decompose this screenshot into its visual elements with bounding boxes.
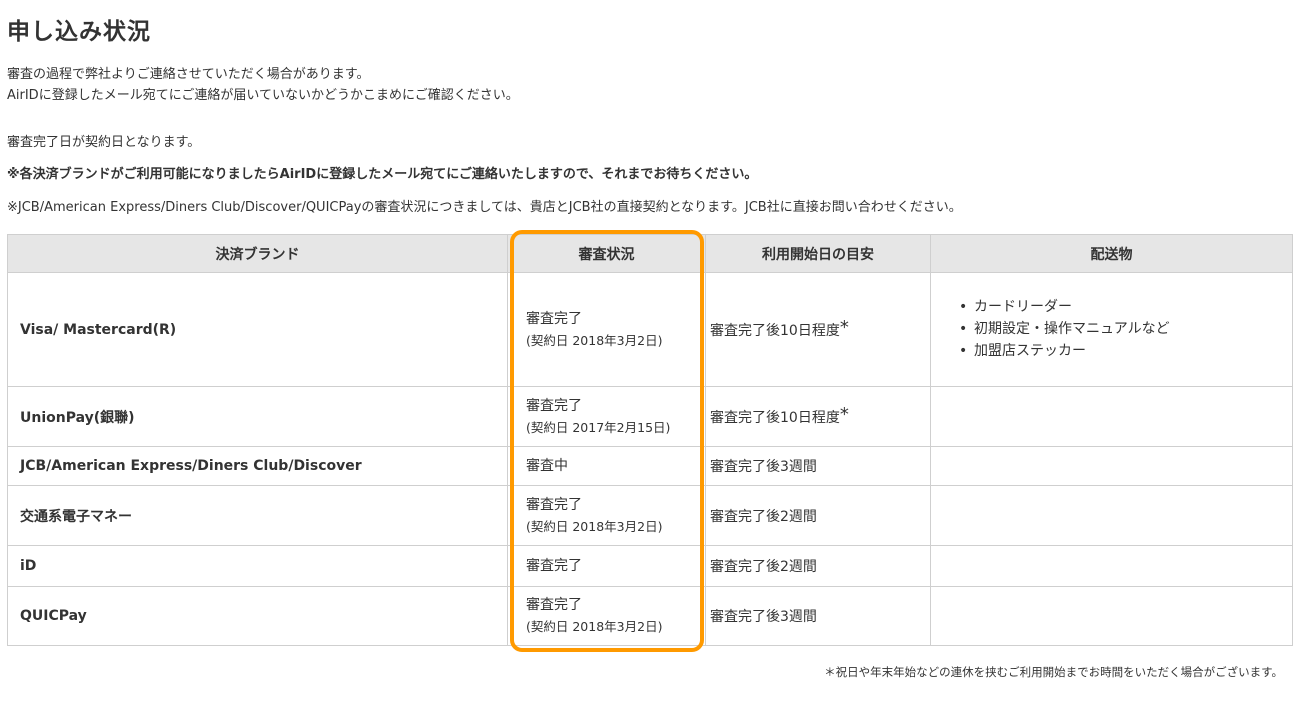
status-text: 審査完了 [526, 310, 582, 327]
table-row: 交通系電子マネー 審査完了 (契約日 2018年3月2日) 審査完了後2週間 [7, 485, 1293, 546]
status-text: 審査完了 [526, 557, 582, 574]
ship-cell [930, 485, 1293, 546]
column-header-ship: 配送物 [930, 234, 1293, 273]
ship-cell [930, 586, 1293, 646]
ship-item: カードリーダー [959, 296, 1292, 318]
start-text: 審査完了後10日程度 [710, 409, 840, 426]
table-header-row: 決済ブランド 審査状況 利用開始日の目安 配送物 [7, 234, 1293, 273]
ship-item: 加盟店ステッカー [959, 340, 1292, 362]
ship-list: カードリーダー 初期設定・操作マニュアルなど 加盟店ステッカー [959, 296, 1292, 362]
contract-date: (契約日 2018年3月2日) [526, 518, 663, 534]
ship-cell [930, 386, 1293, 447]
status-cell: 審査完了 (契約日 2017年2月15日) [507, 386, 706, 447]
intro-notice-brand-available: ※各決済ブランドがご利用可能になりましたらAirIDに登録したメール宛てにご連絡… [7, 167, 758, 182]
footnote-mark: * [839, 316, 849, 338]
brand-cell: QUICPay [7, 586, 508, 646]
start-text: 審査完了後2週間 [710, 559, 817, 575]
status-cell: 審査完了 (契約日 2018年3月2日) [507, 485, 706, 546]
table-row: iD 審査完了 審査完了後2週間 [7, 545, 1293, 587]
contract-date: (契約日 2017年2月15日) [526, 419, 671, 435]
brand-cell: 交通系電子マネー [7, 485, 508, 546]
intro-contract-date: 審査完了日が契約日となります。 [7, 135, 201, 150]
table-row: QUICPay 審査完了 (契約日 2018年3月2日) 審査完了後3週間 [7, 586, 1293, 646]
brand-cell: JCB/American Express/Diners Club/Discove… [7, 446, 508, 486]
status-cell: 審査中 [507, 446, 706, 486]
ship-cell [930, 446, 1293, 486]
intro-notice-jcb: ※JCB/American Express/Diners Club/Discov… [7, 200, 962, 215]
application-status-table: 決済ブランド 審査状況 利用開始日の目安 配送物 Visa/ Mastercar… [7, 234, 1293, 646]
brand-cell: iD [7, 545, 508, 587]
start-text: 審査完了後2週間 [710, 508, 817, 525]
column-header-brand: 決済ブランド [7, 234, 508, 273]
table-row: JCB/American Express/Diners Club/Discove… [7, 446, 1293, 486]
start-cell: 審査完了後10日程度* [705, 272, 931, 387]
status-text: 審査中 [526, 457, 568, 474]
status-cell: 審査完了 [507, 545, 706, 587]
start-text: 審査完了後3週間 [710, 609, 817, 625]
start-text: 審査完了後3週間 [710, 459, 817, 475]
start-cell: 審査完了後10日程度* [705, 386, 931, 447]
page-title: 申し込み状況 [7, 19, 151, 45]
status-cell: 審査完了 (契約日 2018年3月2日) [507, 272, 706, 387]
status-text: 審査完了 [526, 597, 582, 613]
footnote-mark: * [839, 403, 849, 425]
footnote: ＊祝日や年末年始などの連休を挟むご利用開始までお時間をいただく場合がございます。 [824, 665, 1283, 679]
contract-date: (契約日 2018年3月2日) [526, 619, 663, 634]
intro-check-email: AirIDに登録したメール宛てにご連絡が届いていないかどうかこまめにご確認くださ… [7, 88, 519, 103]
status-text: 審査完了 [526, 496, 582, 513]
status-cell: 審査完了 (契約日 2018年3月2日) [507, 586, 706, 646]
column-header-start: 利用開始日の目安 [705, 234, 931, 273]
start-cell: 審査完了後3週間 [705, 446, 931, 486]
ship-cell: カードリーダー 初期設定・操作マニュアルなど 加盟店ステッカー [930, 272, 1293, 387]
table-row: UnionPay(銀聯) 審査完了 (契約日 2017年2月15日) 審査完了後… [7, 386, 1293, 447]
status-text: 審査完了 [526, 397, 582, 414]
start-text: 審査完了後10日程度 [710, 322, 840, 339]
brand-cell: Visa/ Mastercard(R) [7, 272, 508, 387]
start-cell: 審査完了後3週間 [705, 586, 931, 646]
table-row: Visa/ Mastercard(R) 審査完了 (契約日 2018年3月2日)… [7, 272, 1293, 387]
intro-review-contact: 審査の過程で弊社よりご連絡させていただく場合があります。 [7, 67, 370, 82]
brand-cell: UnionPay(銀聯) [7, 386, 508, 447]
start-cell: 審査完了後2週間 [705, 485, 931, 546]
start-cell: 審査完了後2週間 [705, 545, 931, 587]
ship-cell [930, 545, 1293, 587]
ship-item: 初期設定・操作マニュアルなど [959, 318, 1292, 340]
contract-date: (契約日 2018年3月2日) [526, 332, 663, 348]
column-header-status: 審査状況 [507, 234, 706, 273]
